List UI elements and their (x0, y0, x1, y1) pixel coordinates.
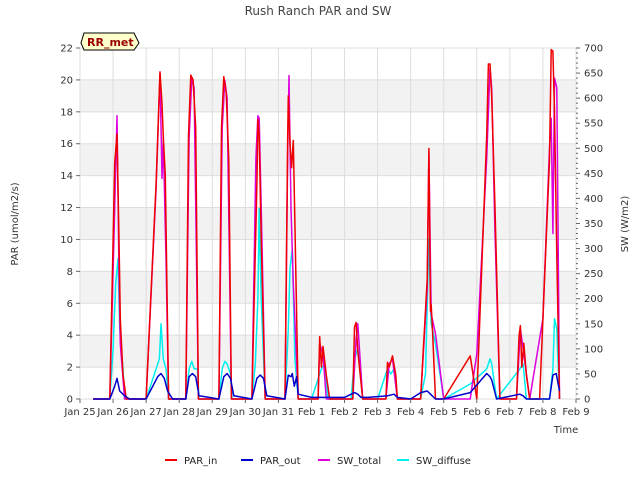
x-tick-label: Feb 2 (331, 407, 358, 418)
y-tick-label: 2 (67, 363, 73, 374)
background-band (80, 79, 576, 112)
x-tick-label: Feb 7 (496, 407, 523, 418)
background-band (80, 335, 576, 368)
y-tick-label: 6 (67, 299, 73, 310)
y-tick-label: 8 (67, 267, 73, 278)
y2-tick-label: 700 (584, 44, 603, 55)
y-tick-label: 10 (60, 235, 73, 246)
x-tick-label: Jan 31 (262, 407, 294, 418)
y-axis-ticks: 0 2 4 6 8 10 12 14 16 18 20 22 (60, 44, 80, 406)
x-tick-label: Jan 30 (229, 407, 261, 418)
legend-label: SW_diffuse (416, 456, 471, 467)
badge-label: RR_met (87, 36, 134, 49)
x-tick-label: Feb 6 (463, 407, 490, 418)
x-tick-label: Feb 9 (562, 407, 589, 418)
station-badge: RR_met (80, 32, 140, 51)
y2-tick-label: 350 (584, 219, 603, 230)
y2-tick-label: 500 (584, 144, 603, 155)
background-band (80, 143, 576, 176)
x-tick-label: Jan 25 (63, 407, 95, 418)
x-tick-label: Feb 1 (298, 407, 325, 418)
y2-tick-label: 150 (584, 319, 603, 330)
y-tick-label: 22 (60, 44, 73, 55)
y2-axis-title: SW (W/m2) (620, 196, 631, 253)
y2-tick-label: 400 (584, 194, 603, 205)
x-tick-label: Jan 29 (196, 407, 228, 418)
x-axis-ticks: Jan 25 Jan 26 Jan 27 Jan 28 Jan 29 Jan 30 Jan … (63, 399, 590, 418)
y2-tick-label: 650 (584, 69, 603, 80)
y2-tick-label: 200 (584, 294, 603, 305)
background-band (80, 271, 576, 304)
y-tick-label: 4 (67, 331, 73, 342)
legend-label: PAR_in (184, 456, 217, 467)
x-axis-title: Time (553, 425, 578, 436)
y-tick-label: 12 (60, 203, 73, 214)
x-tick-label: Jan 27 (129, 407, 161, 418)
y2-tick-label: 0 (584, 395, 590, 406)
y-tick-label: 16 (60, 139, 73, 150)
y2-tick-label: 450 (584, 169, 603, 180)
y2-tick-label: 100 (584, 344, 603, 355)
y2-axis-ticks: 0 50 100 150 200 250 300 350 400 450 500 550 600 650 7… (576, 44, 603, 406)
y-tick-label: 14 (60, 171, 73, 182)
y-axis-title: PAR (umol/m2/s) (10, 182, 21, 265)
y-tick-label: 0 (67, 395, 73, 406)
y-tick-label: 20 (60, 75, 73, 86)
legend-label: PAR_out (260, 456, 301, 467)
x-tick-label: Jan 26 (96, 407, 128, 418)
legend: PAR_in PAR_out SW_total SW_diffuse (165, 456, 471, 467)
y2-tick-label: 50 (584, 369, 597, 380)
x-tick-label: Feb 5 (430, 407, 457, 418)
x-tick-label: Feb 8 (529, 407, 556, 418)
x-tick-label: Feb 4 (397, 407, 424, 418)
chart-title: Rush Ranch PAR and SW (245, 4, 392, 18)
y2-tick-label: 250 (584, 269, 603, 280)
y2-tick-label: 300 (584, 244, 603, 255)
chart: Jan 25 Jan 26 Jan 27 Jan 28 Jan 29 Jan 30 Jan … (10, 4, 631, 467)
x-tick-label: Jan 28 (163, 407, 195, 418)
y-tick-label: 18 (60, 107, 73, 118)
x-tick-label: Feb 3 (364, 407, 391, 418)
y2-tick-label: 550 (584, 119, 603, 130)
legend-label: SW_total (337, 456, 381, 467)
y2-tick-label: 600 (584, 94, 603, 105)
